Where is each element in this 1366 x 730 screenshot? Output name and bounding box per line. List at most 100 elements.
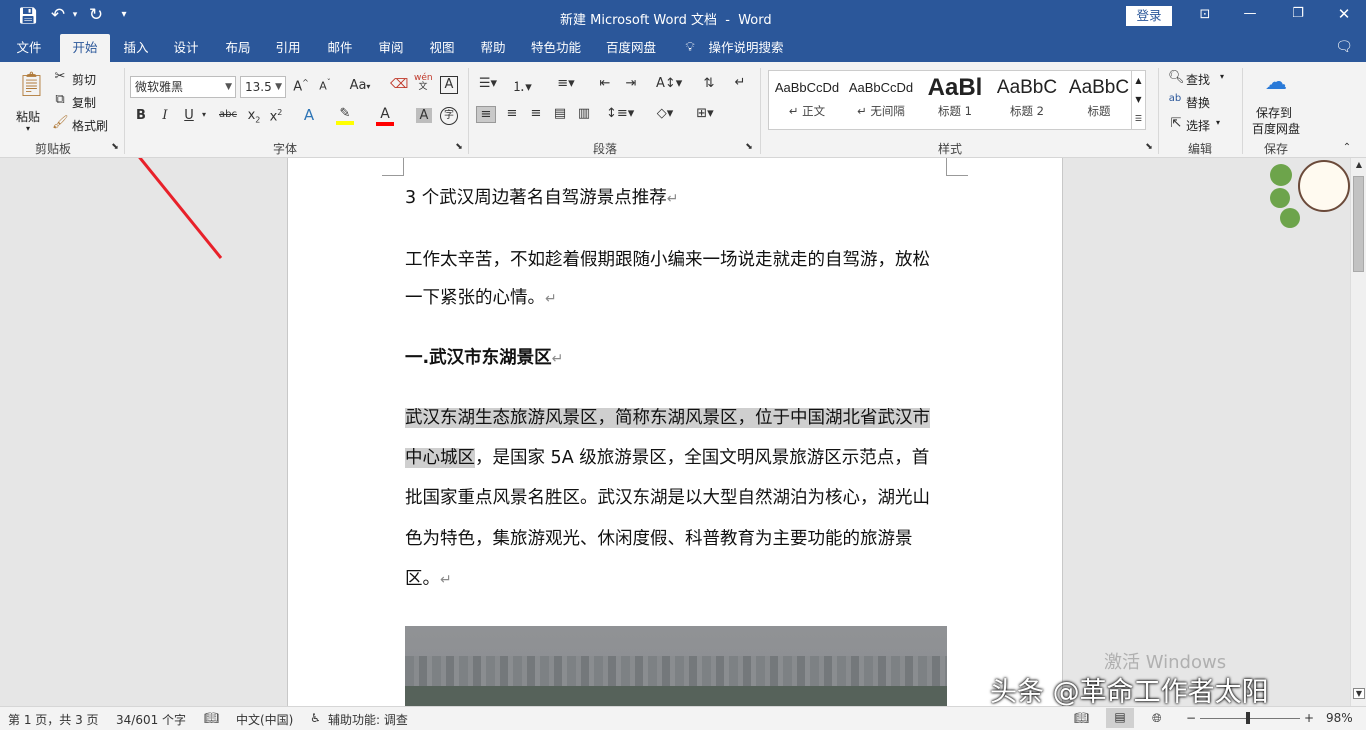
phonetic-guide-icon[interactable]: wén 文: [414, 74, 433, 92]
shading-icon[interactable]: ◇▾: [650, 106, 680, 121]
borders-icon[interactable]: ⊞▾: [690, 106, 720, 121]
character-shading-icon[interactable]: A: [416, 108, 432, 123]
copy-button[interactable]: 复制: [72, 94, 96, 111]
clear-formatting-icon[interactable]: ⌫: [390, 77, 408, 92]
select-dropdown-icon[interactable]: ▾: [1216, 118, 1220, 127]
paste-button[interactable]: 📋︎ 粘贴 ▾: [12, 68, 46, 134]
undo-dropdown-icon[interactable]: ▾: [70, 10, 80, 20]
numbering-icon[interactable]: ⒈▾: [510, 76, 534, 95]
scroll-thumb[interactable]: [1353, 176, 1364, 272]
vertical-scrollbar[interactable]: ▲ ▼: [1350, 158, 1366, 706]
underline-dropdown-icon[interactable]: ▾: [200, 110, 208, 119]
paragraph-launcher-icon[interactable]: ⬊: [744, 142, 754, 152]
find-button[interactable]: 查找: [1186, 71, 1210, 88]
collapse-ribbon-icon[interactable]: ⌃: [1340, 142, 1354, 153]
read-mode-icon[interactable]: 📖︎: [1074, 711, 1089, 725]
bold-icon[interactable]: B: [134, 108, 148, 123]
tab-design[interactable]: 设计: [164, 34, 208, 62]
document-page[interactable]: 3 个武汉周边著名自驾游景点推荐↵ 工作太辛苦，不如趁着假期跟随小编来一场说走就…: [287, 158, 1063, 706]
tab-baidu-netdisk[interactable]: 百度网盘: [598, 34, 664, 62]
font-size-combo[interactable]: 13.5 ▼: [240, 76, 286, 98]
zoom-in-icon[interactable]: +: [1304, 711, 1314, 725]
tab-features[interactable]: 特色功能: [524, 34, 588, 62]
gallery-scroll[interactable]: ▲ ▼ ☰: [1131, 71, 1145, 129]
style-heading-2[interactable]: AaBbC 标题 2: [991, 73, 1063, 129]
tab-help[interactable]: 帮助: [471, 34, 515, 62]
zoom-slider-thumb[interactable]: [1246, 712, 1250, 724]
replace-button[interactable]: 替换: [1186, 94, 1210, 111]
find-dropdown-icon[interactable]: ▾: [1220, 72, 1224, 81]
italic-icon[interactable]: I: [158, 108, 172, 123]
subscript-icon[interactable]: x2: [246, 108, 262, 125]
style-heading-1[interactable]: AaBl 标题 1: [919, 73, 991, 129]
proofing-icon[interactable]: 📖︎: [204, 711, 219, 725]
line-spacing-icon[interactable]: ↕≡▾: [606, 106, 634, 121]
ribbon-display-options-icon[interactable]: ⊡: [1196, 7, 1214, 22]
font-name-combo[interactable]: 微软雅黑 ▼: [130, 76, 236, 98]
save-to-baidu-button[interactable]: ☁ 保存到 百度网盘: [1248, 68, 1304, 136]
show-hide-marks-icon[interactable]: ↵: [732, 75, 748, 90]
zoom-level[interactable]: 98%: [1326, 711, 1353, 725]
accessibility-status[interactable]: 辅助功能: 调查: [328, 711, 408, 728]
font-launcher-icon[interactable]: ⬊: [454, 142, 464, 152]
scroll-down-icon[interactable]: ▼: [1353, 688, 1365, 699]
tab-layout[interactable]: 布局: [216, 34, 260, 62]
tab-review[interactable]: 审阅: [369, 34, 413, 62]
login-button[interactable]: 登录: [1126, 6, 1172, 26]
increase-indent-icon[interactable]: ⇥: [622, 76, 640, 91]
font-color-icon[interactable]: A: [376, 106, 394, 126]
style-title[interactable]: AaBbC 标题: [1063, 73, 1135, 129]
tab-view[interactable]: 视图: [420, 34, 464, 62]
language[interactable]: 中文(中国): [236, 711, 293, 728]
justify-icon[interactable]: ▤: [550, 106, 570, 121]
style-normal[interactable]: AaBbCcDd ↵ 正文: [771, 73, 843, 129]
grow-font-icon[interactable]: A^: [292, 78, 310, 94]
tab-insert[interactable]: 插入: [114, 34, 158, 62]
format-painter-button[interactable]: 格式刷: [72, 117, 108, 134]
cut-button[interactable]: 剪切: [72, 71, 96, 88]
lake-city-photo[interactable]: [405, 626, 947, 706]
tell-me-search[interactable]: 操作说明搜索: [704, 34, 788, 62]
undo-icon[interactable]: ↶: [48, 5, 68, 25]
highlight-icon[interactable]: ✎: [336, 106, 354, 125]
tab-references[interactable]: 引用: [266, 34, 310, 62]
zoom-out-icon[interactable]: −: [1186, 711, 1196, 725]
word-count[interactable]: 34/601 个字: [116, 711, 186, 728]
shrink-font-icon[interactable]: Aˇ: [316, 78, 334, 93]
align-center-icon[interactable]: ≡: [502, 106, 522, 121]
minimize-icon[interactable]: —: [1240, 6, 1260, 21]
select-button[interactable]: 选择: [1186, 117, 1210, 134]
accessibility-icon[interactable]: ♿︎: [310, 711, 321, 725]
comments-icon[interactable]: 🗨︎: [1334, 39, 1354, 55]
multilevel-list-icon[interactable]: ≡▾: [554, 76, 578, 91]
print-layout-icon[interactable]: ▤: [1106, 708, 1134, 728]
customize-qat-icon[interactable]: ▾: [118, 9, 130, 20]
sort-icon[interactable]: ⇅: [700, 76, 718, 91]
superscript-icon[interactable]: x2: [268, 108, 284, 124]
bullets-icon[interactable]: ☰▾: [476, 76, 500, 91]
distributed-icon[interactable]: ▥: [574, 106, 594, 121]
redo-icon[interactable]: ↻: [86, 5, 106, 25]
scroll-up-icon[interactable]: ▲: [1353, 160, 1365, 169]
page-count[interactable]: 第 1 页，共 3 页: [8, 711, 99, 728]
tab-home[interactable]: 开始: [60, 34, 110, 62]
strikethrough-icon[interactable]: abc: [218, 109, 238, 120]
align-left-icon[interactable]: ≡: [476, 106, 496, 123]
tab-file[interactable]: 文件: [6, 34, 52, 62]
style-no-spacing[interactable]: AaBbCcDd ↵ 无间隔: [845, 73, 917, 129]
text-effects-icon[interactable]: A: [300, 106, 318, 124]
close-icon[interactable]: ✕: [1334, 5, 1354, 23]
chinese-layout-icon[interactable]: A↕▾: [656, 76, 682, 91]
align-right-icon[interactable]: ≡: [526, 106, 546, 121]
underline-icon[interactable]: U: [182, 108, 196, 123]
clipboard-launcher-icon[interactable]: ⬊: [110, 142, 120, 152]
styles-launcher-icon[interactable]: ⬊: [1144, 142, 1154, 152]
zoom-slider-track[interactable]: [1200, 718, 1300, 719]
web-layout-icon[interactable]: 🌐︎: [1152, 711, 1162, 726]
restore-icon[interactable]: ❐: [1288, 6, 1308, 21]
decrease-indent-icon[interactable]: ⇤: [596, 76, 614, 91]
save-icon[interactable]: 💾︎: [18, 6, 38, 25]
tab-mailings[interactable]: 邮件: [318, 34, 362, 62]
enclose-characters-icon[interactable]: 字: [440, 107, 458, 125]
character-border-icon[interactable]: A: [440, 76, 458, 94]
